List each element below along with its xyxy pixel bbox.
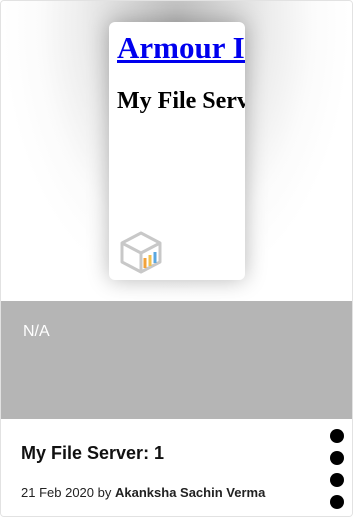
post-info: My File Server: 1 21 Feb 2020 by Akanksh… xyxy=(1,419,352,516)
by-label: by xyxy=(97,485,112,500)
post-title[interactable]: My File Server: 1 xyxy=(21,443,164,464)
cube-logo-icon xyxy=(117,228,165,276)
menu-dot xyxy=(330,495,344,509)
menu-dot xyxy=(330,473,344,487)
post-date: 21 Feb 2020 xyxy=(21,485,95,500)
preview-site-link[interactable]: Armour Infosec xyxy=(117,30,245,66)
menu-dot xyxy=(330,451,344,465)
thumbnail-placeholder: N/A xyxy=(1,301,352,419)
post-author[interactable]: Akanksha Sachin Verma xyxy=(115,485,265,500)
more-options-icon[interactable] xyxy=(328,427,346,511)
thumbnail-area[interactable]: Armour Infosec My File Server: 1 xyxy=(1,1,352,301)
post-meta: 21 Feb 2020 by Akanksha Sachin Verma xyxy=(21,485,265,500)
page-preview[interactable]: Armour Infosec My File Server: 1 xyxy=(109,22,245,280)
post-card[interactable]: Armour Infosec My File Server: 1 xyxy=(0,0,353,517)
placeholder-text: N/A xyxy=(23,323,50,340)
preview-heading: My File Server: 1 xyxy=(117,88,245,114)
menu-dot xyxy=(330,429,344,443)
